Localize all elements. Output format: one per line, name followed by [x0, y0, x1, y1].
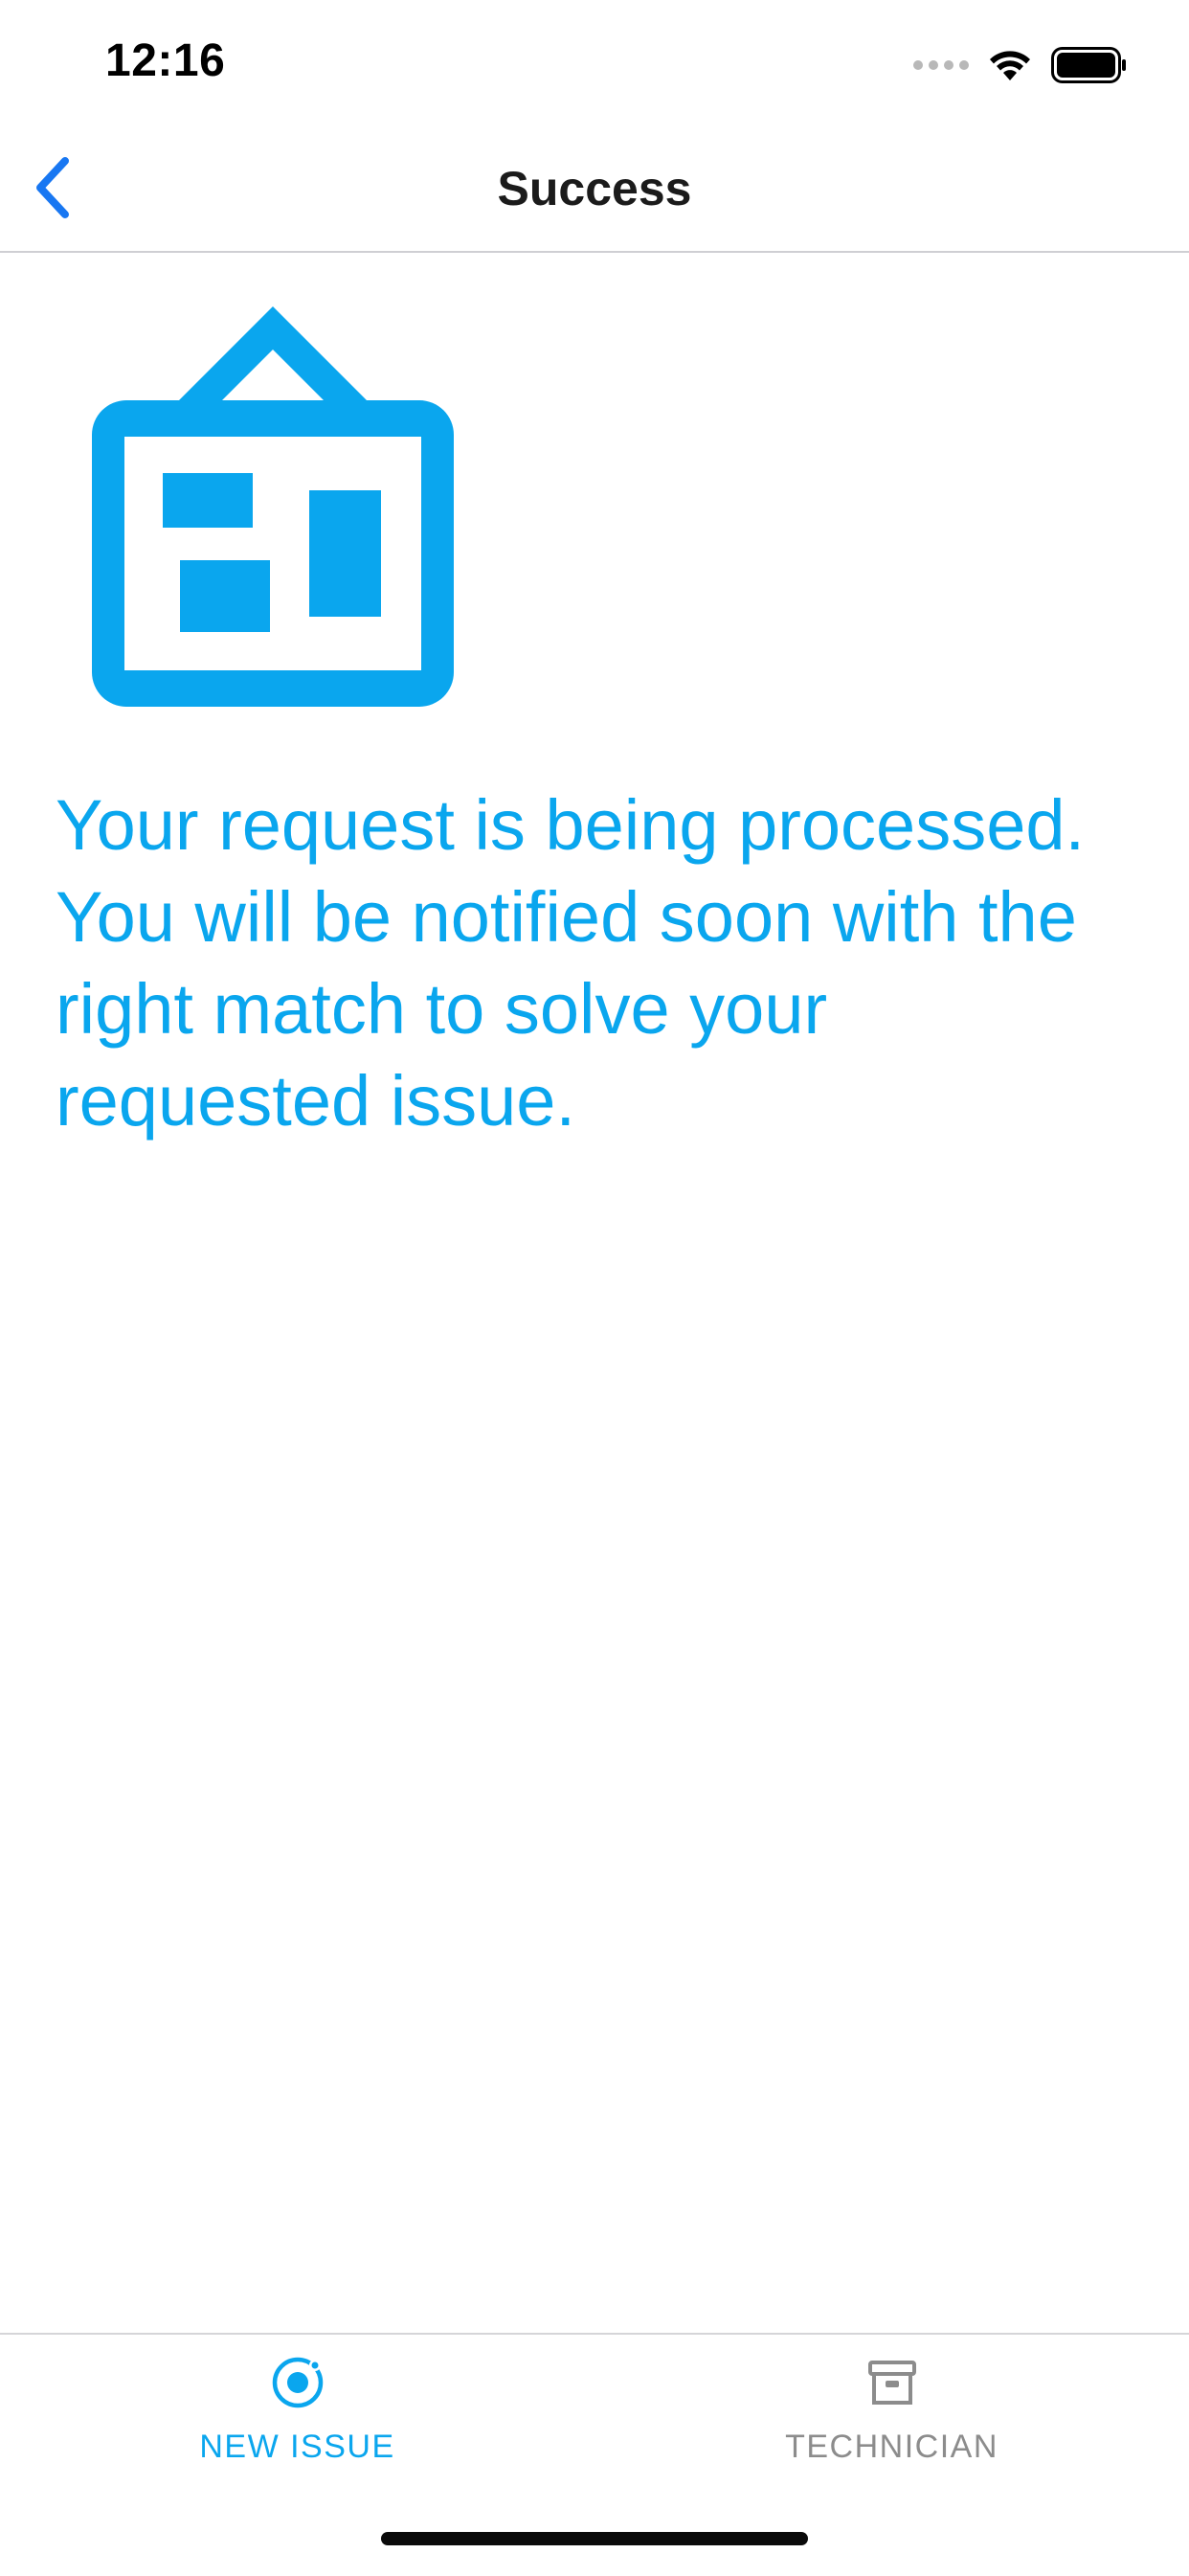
- success-message: Your request is being processed. You wil…: [56, 785, 1086, 1141]
- page-title: Success: [497, 162, 692, 215]
- dashboard-board-icon: [92, 306, 454, 707]
- battery-icon: [1051, 47, 1126, 83]
- navigation-bar: Success: [0, 126, 1189, 253]
- tab-technician[interactable]: TECHNICIAN: [594, 2335, 1189, 2497]
- cellular-signal-icon: [913, 60, 969, 70]
- status-bar: 12:16: [0, 0, 1189, 126]
- archive-box-icon: [867, 2361, 916, 2405]
- tab-technician-label: TECHNICIAN: [785, 2429, 998, 2465]
- tab-new-issue-label: NEW ISSUE: [199, 2429, 395, 2465]
- tab-new-issue[interactable]: NEW ISSUE: [0, 2335, 594, 2497]
- home-indicator: [381, 2532, 808, 2545]
- radio-target-icon: [272, 2357, 323, 2408]
- wifi-icon: [990, 51, 1030, 80]
- status-icons: [913, 44, 1128, 86]
- status-time: 12:16: [105, 35, 226, 86]
